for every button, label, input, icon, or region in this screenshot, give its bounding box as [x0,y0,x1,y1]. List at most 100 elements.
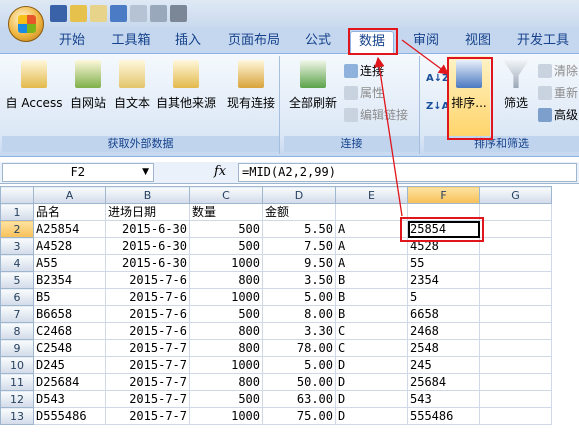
cell[interactable]: B2354 [33,271,106,289]
cell[interactable]: D [335,407,408,425]
cell[interactable]: 800 [189,339,263,357]
cell[interactable]: 500 [189,220,263,238]
column-header-a[interactable]: A [33,186,106,204]
cell[interactable]: 2354 [407,271,480,289]
cell[interactable]: 55 [407,254,480,272]
cell[interactable]: 5.00 [262,356,336,374]
undo-icon[interactable] [110,5,127,22]
cell[interactable]: 2015-6-30 [105,220,190,238]
redo-icon[interactable] [130,5,147,22]
cell[interactable]: 78.00 [262,339,336,357]
from-other-sources-button[interactable]: 自其他来源 [154,60,218,111]
column-header-f[interactable]: F [407,186,480,204]
cell[interactable]: 63.00 [262,390,336,408]
cell[interactable]: 800 [189,373,263,391]
row-header[interactable]: 8 [0,322,34,340]
row-header[interactable]: 5 [0,271,34,289]
cell[interactable]: 1000 [189,356,263,374]
cell[interactable]: 1000 [189,288,263,306]
cell[interactable]: B5 [33,288,106,306]
office-button[interactable] [8,6,44,42]
properties-button[interactable]: 属性 [344,84,384,102]
cell[interactable]: 2015-7-7 [105,390,190,408]
cell[interactable]: 进场日期 [105,203,190,221]
cell[interactable]: D543 [33,390,106,408]
clear-filter-button[interactable]: 清除 [538,62,578,80]
cell[interactable]: 3.50 [262,271,336,289]
cell[interactable]: 25684 [407,373,480,391]
cell[interactable]: 800 [189,322,263,340]
tab-developer[interactable]: 开发工具 [510,31,576,53]
tab-view[interactable]: 视图 [458,31,498,53]
cell[interactable]: 9.50 [262,254,336,272]
refresh-all-button[interactable]: 全部刷新 [286,60,340,111]
formula-input[interactable]: =MID(A2,2,99) [238,163,577,182]
cell[interactable]: 2015-7-7 [105,356,190,374]
cell[interactable] [479,322,552,340]
column-header-b[interactable]: B [105,186,190,204]
connections-button[interactable]: 连接 [344,62,384,80]
cell[interactable]: 2015-7-7 [105,407,190,425]
select-all-corner[interactable] [0,186,34,204]
tab-review[interactable]: 审阅 [406,31,446,53]
cell[interactable] [479,254,552,272]
row-header[interactable]: 6 [0,288,34,306]
open-icon[interactable] [70,5,87,22]
chevron-down-icon[interactable]: ▼ [142,164,149,181]
cell[interactable]: 543 [407,390,480,408]
cell[interactable]: D [335,373,408,391]
cell[interactable]: 数量 [189,203,263,221]
row-header[interactable]: 13 [0,407,34,425]
insert-function-icon[interactable]: fx [214,164,226,179]
cell[interactable]: 1000 [189,407,263,425]
tab-insert[interactable]: 插入 [168,31,208,53]
row-header[interactable]: 10 [0,356,34,374]
row-header[interactable]: 9 [0,339,34,357]
cell[interactable] [479,407,552,425]
cell[interactable]: C [335,322,408,340]
row-header[interactable]: 3 [0,237,34,255]
cell[interactable]: 2468 [407,322,480,340]
cell[interactable]: A25854 [33,220,106,238]
cell[interactable]: 500 [189,390,263,408]
cell[interactable]: A [335,220,408,238]
row-header[interactable]: 11 [0,373,34,391]
cell[interactable]: D [335,356,408,374]
column-header-c[interactable]: C [189,186,263,204]
cell[interactable] [479,288,552,306]
cell[interactable]: 7.50 [262,237,336,255]
cell[interactable]: A55 [33,254,106,272]
cell[interactable]: 2015-7-6 [105,288,190,306]
filter-button[interactable]: 筛选 [498,60,534,111]
cell[interactable]: D25684 [33,373,106,391]
cell[interactable]: 75.00 [262,407,336,425]
cell[interactable] [479,373,552,391]
cell[interactable]: 2015-6-30 [105,237,190,255]
sort-ascending-button[interactable]: A↓Z [426,70,449,88]
cell[interactable]: 5.50 [262,220,336,238]
cell[interactable]: 2015-7-6 [105,271,190,289]
cell[interactable]: 500 [189,305,263,323]
edit-links-button[interactable]: 编辑链接 [344,106,408,124]
from-text-button[interactable]: 自文本 [112,60,152,111]
cell[interactable]: 2015-7-7 [105,339,190,357]
cell[interactable]: 500 [189,237,263,255]
cell[interactable] [479,237,552,255]
cell[interactable]: D [335,390,408,408]
name-box[interactable]: F2 ▼ [2,163,154,182]
cell[interactable]: 5 [407,288,480,306]
cell[interactable]: A [335,254,408,272]
existing-connections-button[interactable]: 现有连接 [224,60,278,111]
cell[interactable]: 2015-7-6 [105,322,190,340]
cell[interactable]: 金额 [262,203,336,221]
cell[interactable]: B6658 [33,305,106,323]
from-web-button[interactable]: 自网站 [68,60,108,111]
cell[interactable]: 6658 [407,305,480,323]
tab-home[interactable]: 开始 [52,31,92,53]
cell[interactable] [479,305,552,323]
cell[interactable] [479,356,552,374]
advanced-filter-button[interactable]: 高级 [538,106,578,124]
column-header-g[interactable]: G [479,186,552,204]
cell[interactable]: 1000 [189,254,263,272]
tab-formulas[interactable]: 公式 [298,31,338,53]
